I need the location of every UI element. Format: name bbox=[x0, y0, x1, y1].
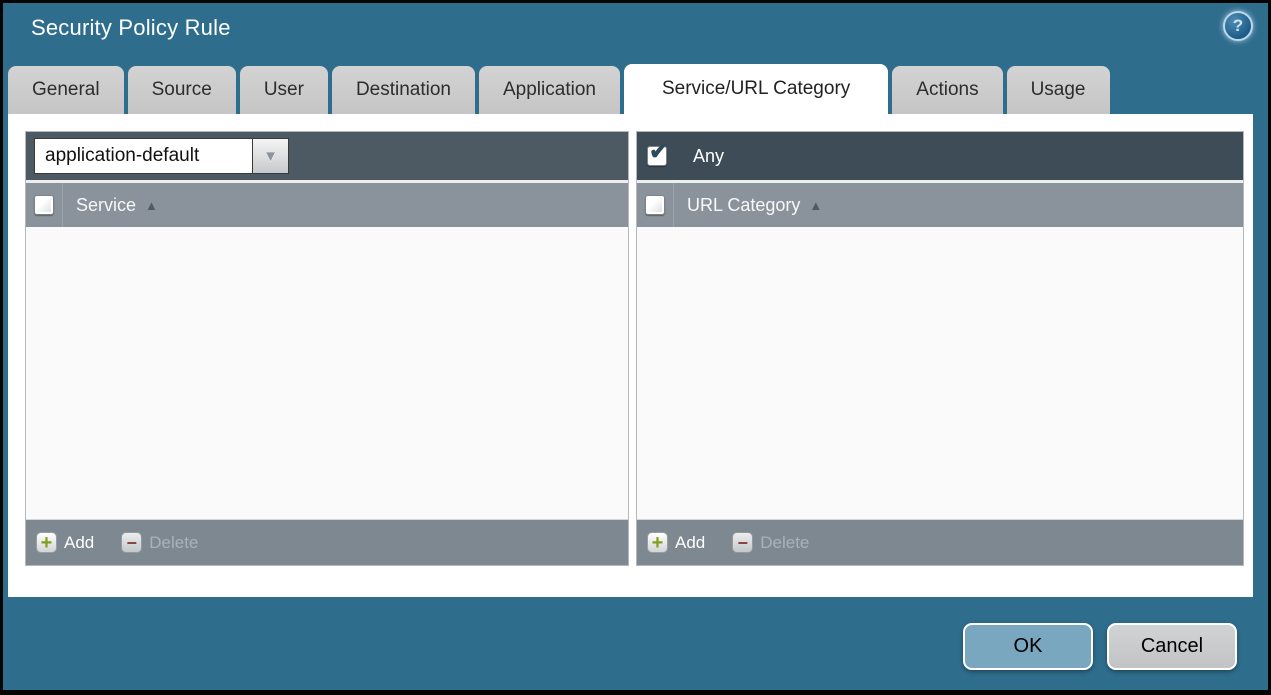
url-category-delete-button[interactable]: − Delete bbox=[732, 532, 809, 553]
tab-content-area: ▼ ✔ Service ▲ + Add bbox=[8, 114, 1253, 597]
service-column-header[interactable]: Service ▲ bbox=[76, 195, 158, 216]
any-checkbox[interactable]: ✔ bbox=[647, 138, 668, 166]
help-icon[interactable]: ? bbox=[1223, 11, 1253, 41]
cancel-button[interactable]: Cancel bbox=[1107, 623, 1237, 670]
any-label: Any bbox=[693, 145, 725, 166]
tab-service-url-category[interactable]: Service/URL Category bbox=[623, 64, 889, 114]
service-table-header: ✔ Service ▲ bbox=[26, 183, 628, 227]
tab-general[interactable]: General bbox=[8, 66, 124, 114]
url-category-add-button[interactable]: + Add bbox=[647, 532, 705, 553]
service-delete-label: Delete bbox=[149, 532, 199, 552]
delete-icon: − bbox=[121, 532, 143, 553]
url-category-add-label: Add bbox=[675, 532, 706, 552]
url-category-table-header: ✔ URL Category ▲ bbox=[637, 183, 1243, 227]
service-select-all-cell: ✔ bbox=[26, 183, 63, 227]
service-select-all-checkbox[interactable]: ✔ bbox=[34, 195, 54, 215]
url-category-delete-label: Delete bbox=[760, 532, 810, 552]
url-category-column-label: URL Category bbox=[687, 194, 801, 215]
service-panel: ▼ ✔ Service ▲ + Add bbox=[25, 131, 629, 566]
checkmark-icon: ✔ bbox=[649, 138, 669, 164]
service-add-button[interactable]: + Add bbox=[36, 532, 94, 553]
delete-icon: − bbox=[732, 532, 754, 553]
ok-button[interactable]: OK bbox=[963, 623, 1093, 670]
tab-bar: General Source User Destination Applicat… bbox=[8, 64, 1110, 114]
add-icon: + bbox=[36, 532, 57, 553]
url-category-panel-footer: + Add − Delete bbox=[637, 519, 1243, 565]
service-type-combobox: ▼ bbox=[34, 138, 289, 174]
tab-usage[interactable]: Usage bbox=[1006, 66, 1110, 114]
service-panel-footer: + Add − Delete bbox=[26, 519, 628, 565]
url-category-panel-toolbar: ✔ Any bbox=[637, 132, 1243, 180]
url-category-panel: ✔ Any ✔ URL Category ▲ + bbox=[636, 131, 1244, 566]
sort-ascending-icon: ▲ bbox=[145, 197, 158, 213]
service-add-label: Add bbox=[64, 532, 95, 552]
tab-actions[interactable]: Actions bbox=[892, 66, 1003, 114]
add-icon: + bbox=[647, 532, 668, 553]
url-category-table-body bbox=[637, 227, 1243, 519]
dialog-title: Security Policy Rule bbox=[31, 15, 231, 40]
service-delete-button[interactable]: − Delete bbox=[121, 532, 198, 553]
tab-source[interactable]: Source bbox=[127, 66, 236, 114]
chevron-down-icon: ▼ bbox=[263, 147, 278, 165]
service-table-body bbox=[26, 227, 628, 519]
tab-application[interactable]: Application bbox=[479, 66, 620, 114]
url-category-select-all-checkbox[interactable]: ✔ bbox=[645, 195, 665, 215]
sort-ascending-icon: ▲ bbox=[809, 197, 823, 213]
service-type-dropdown-button[interactable]: ▼ bbox=[252, 138, 289, 174]
service-column-label: Service bbox=[76, 194, 137, 215]
url-category-select-all-cell: ✔ bbox=[637, 183, 674, 227]
tab-destination[interactable]: Destination bbox=[331, 66, 475, 114]
tab-user[interactable]: User bbox=[239, 66, 328, 114]
service-panel-toolbar: ▼ bbox=[26, 132, 628, 180]
security-policy-rule-dialog: Security Policy Rule ? General Source Us… bbox=[0, 0, 1271, 695]
url-category-column-header[interactable]: URL Category ▲ bbox=[687, 195, 822, 216]
service-type-input[interactable] bbox=[34, 138, 252, 174]
